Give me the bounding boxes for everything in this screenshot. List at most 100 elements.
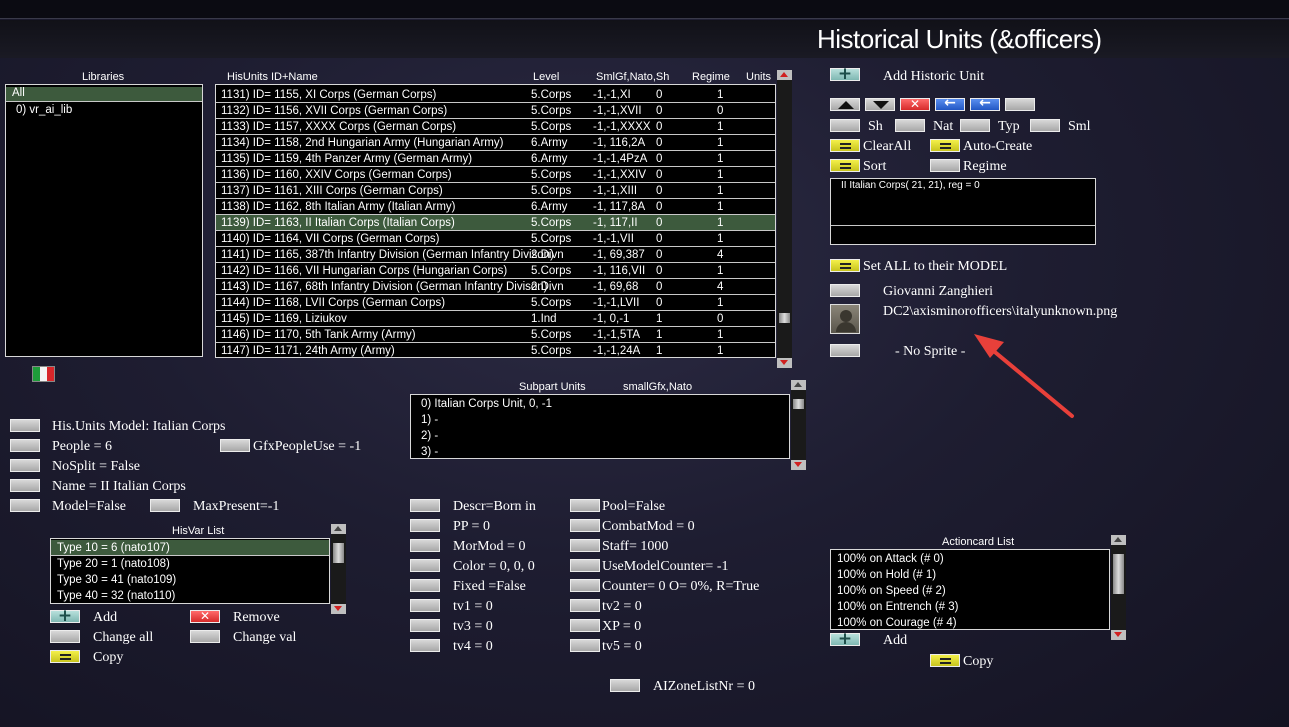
property-button[interactable] <box>410 579 440 592</box>
set-all-model-button[interactable] <box>830 259 860 272</box>
list-item[interactable]: Type 30 = 41 (nato109) <box>51 572 329 588</box>
list-item[interactable]: 100% on Courage (# 4) <box>831 615 1109 629</box>
model-flag-button[interactable] <box>10 499 40 512</box>
list-item[interactable]: 2) - <box>411 428 789 444</box>
max-present-button[interactable] <box>150 499 180 512</box>
subpart-scrollbar[interactable] <box>791 380 806 470</box>
no-sprite-button[interactable] <box>830 344 860 357</box>
list-item[interactable]: Type 20 = 1 (nato108) <box>51 556 329 572</box>
list-item[interactable]: 3) - <box>411 444 789 458</box>
regime-button[interactable] <box>930 159 960 172</box>
scroll-thumb[interactable] <box>793 399 804 409</box>
scroll-up-icon[interactable] <box>791 380 806 390</box>
property-button[interactable] <box>410 619 440 632</box>
table-row[interactable]: 1136) ID= 1160, XXIV Corps (German Corps… <box>216 167 775 183</box>
scroll-up-icon[interactable] <box>1111 535 1126 545</box>
list-item[interactable]: 100% on Hold (# 1) <box>831 567 1109 583</box>
scroll-down-icon[interactable] <box>331 604 346 614</box>
sort-sh-button[interactable] <box>830 119 860 132</box>
table-row[interactable]: 1142) ID= 1166, VII Hungarian Corps (Hun… <box>216 263 775 279</box>
table-row[interactable]: 1133) ID= 1157, XXXX Corps (German Corps… <box>216 119 775 135</box>
property-button[interactable] <box>570 639 600 652</box>
table-row[interactable]: 1145) ID= 1169, Liziukov 1.Ind -1, 0,-1 1 0 <box>216 311 775 327</box>
clear-all-button[interactable] <box>830 139 860 152</box>
scroll-up-icon[interactable] <box>777 70 792 80</box>
auto-create-button[interactable] <box>930 139 960 152</box>
property-button[interactable] <box>410 519 440 532</box>
property-button[interactable] <box>410 539 440 552</box>
property-button[interactable] <box>570 519 600 532</box>
scroll-down-icon[interactable] <box>1111 630 1126 640</box>
list-item[interactable]: 100% on Speed (# 2) <box>831 583 1109 599</box>
list-item[interactable]: 100% on Attack (# 0) <box>831 551 1109 567</box>
scroll-down-icon[interactable] <box>777 358 792 368</box>
move-up-button[interactable] <box>830 98 860 111</box>
add-historic-unit-button[interactable] <box>830 64 860 84</box>
move-down-button[interactable] <box>865 98 895 111</box>
nosplit-button[interactable] <box>10 459 40 472</box>
hisvar-add-button[interactable] <box>50 606 80 626</box>
actioncard-list[interactable]: 100% on Attack (# 0) 100% on Hold (# 1) 10… <box>830 549 1110 630</box>
list-item[interactable]: 0) Italian Corps Unit, 0, -1 <box>411 396 789 412</box>
list-item[interactable]: Type 40 = 32 (nato110) <box>51 588 329 603</box>
people-button[interactable] <box>10 439 40 452</box>
table-row[interactable]: 1144) ID= 1168, LVII Corps (German Corps… <box>216 295 775 311</box>
library-item-all[interactable]: All <box>6 87 202 102</box>
hisvar-remove-button[interactable] <box>190 609 220 623</box>
model-button[interactable] <box>10 419 40 432</box>
actioncard-scrollbar[interactable] <box>1111 535 1126 640</box>
actioncard-copy-button[interactable] <box>930 654 960 667</box>
scroll-thumb[interactable] <box>779 313 790 323</box>
property-button[interactable] <box>410 559 440 572</box>
table-row[interactable]: 1141) ID= 1165, 387th Infantry Division … <box>216 247 775 263</box>
libraries-list[interactable]: All 0) vr_ai_lib <box>5 84 203 357</box>
table-row[interactable]: 1143) ID= 1167, 68th Infantry Division (… <box>216 279 775 295</box>
change-val-button[interactable] <box>190 630 220 643</box>
hisvar-copy-button[interactable] <box>50 650 80 663</box>
change-all-button[interactable] <box>50 630 80 643</box>
library-item[interactable]: 0) vr_ai_lib <box>16 104 72 116</box>
blank-button[interactable] <box>1005 98 1035 111</box>
name-button[interactable] <box>10 479 40 492</box>
list-item[interactable]: Type 10 = 6 (nato107) <box>51 540 329 556</box>
table-row[interactable]: 1139) ID= 1163, II Italian Corps (Italia… <box>216 215 775 231</box>
table-row[interactable]: 1135) ID= 1159, 4th Panzer Army (German … <box>216 151 775 167</box>
property-button[interactable] <box>410 499 440 512</box>
sort-nat-button[interactable] <box>895 119 925 132</box>
hisvar-scrollbar[interactable] <box>331 524 346 614</box>
table-row[interactable]: 1140) ID= 1164, VII Corps (German Corps)… <box>216 231 775 247</box>
gfx-people-button[interactable] <box>220 439 250 452</box>
hisvar-list[interactable]: Type 10 = 6 (nato107) Type 20 = 1 (nato10… <box>50 538 330 604</box>
aizone-button[interactable] <box>610 679 640 692</box>
hisunits-scrollbar[interactable] <box>777 70 792 368</box>
table-row[interactable]: 1146) ID= 1170, 5th Tank Army (Army) 5.Co… <box>216 327 775 343</box>
back-arrow-button[interactable] <box>935 95 965 111</box>
sort-button[interactable] <box>830 159 860 172</box>
back-arrow-button-2[interactable] <box>970 95 1000 111</box>
table-row[interactable]: 1134) ID= 1158, 2nd Hungarian Army (Hung… <box>216 135 775 151</box>
sort-sml-button[interactable] <box>1030 119 1060 132</box>
officer-name-button[interactable] <box>830 284 860 297</box>
property-button[interactable] <box>570 579 600 592</box>
property-button[interactable] <box>570 499 600 512</box>
scroll-down-icon[interactable] <box>791 460 806 470</box>
property-button[interactable] <box>410 639 440 652</box>
property-button[interactable] <box>570 559 600 572</box>
property-button[interactable] <box>570 539 600 552</box>
hisunits-list[interactable]: 1131) ID= 1155, XI Corps (German Corps) 5… <box>215 84 776 358</box>
delete-button[interactable] <box>900 97 930 111</box>
table-row[interactable]: 1131) ID= 1155, XI Corps (German Corps) 5… <box>216 87 775 103</box>
property-button[interactable] <box>570 619 600 632</box>
table-row[interactable]: 1137) ID= 1161, XIII Corps (German Corps… <box>216 183 775 199</box>
property-button[interactable] <box>410 599 440 612</box>
property-button[interactable] <box>570 599 600 612</box>
officer-portrait-icon[interactable] <box>830 304 860 334</box>
table-row[interactable]: 1132) ID= 1156, XVII Corps (German Corps… <box>216 103 775 119</box>
scroll-thumb[interactable] <box>1113 554 1124 594</box>
table-row[interactable]: 1147) ID= 1171, 24th Army (Army) 5.Corps -… <box>216 343 775 357</box>
list-item[interactable]: 1) - <box>411 412 789 428</box>
scroll-up-icon[interactable] <box>331 524 346 534</box>
subpart-list[interactable]: 0) Italian Corps Unit, 0, -1 1) - 2) - 3) - <box>410 394 790 459</box>
actioncard-add-button[interactable] <box>830 629 860 649</box>
sort-typ-button[interactable] <box>960 119 990 132</box>
